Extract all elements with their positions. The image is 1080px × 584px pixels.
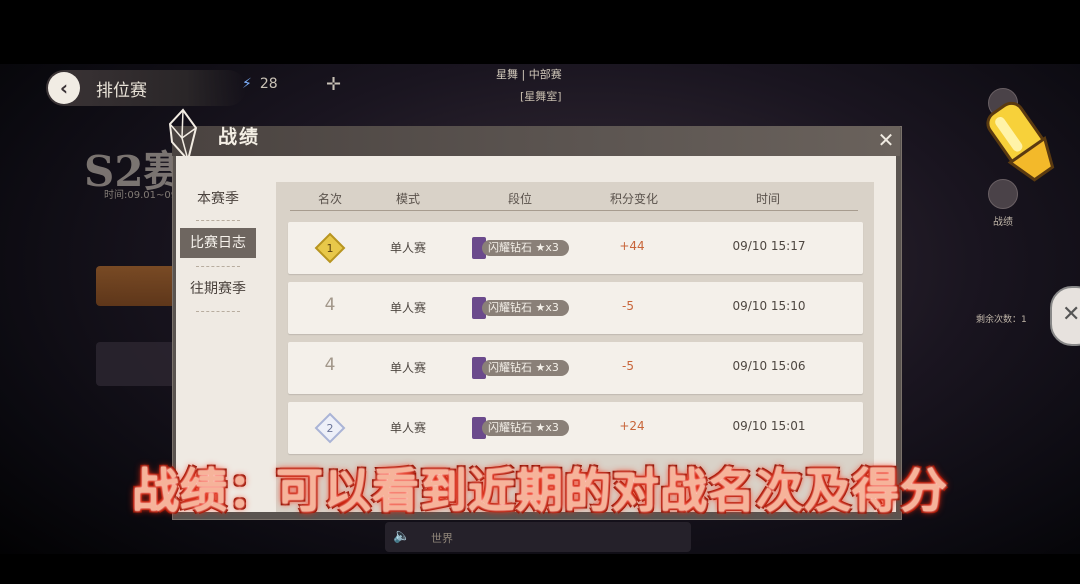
letterbox-bottom (0, 554, 1080, 584)
score-change-cell: +24 (619, 419, 645, 433)
star-icon: ★ (535, 421, 546, 434)
season-date: 时间:09.01~09 (104, 190, 178, 201)
tier-multiplier: x3 (545, 301, 559, 314)
divider (196, 266, 240, 267)
table-row[interactable]: 2 单人赛 闪耀钻石 ★x3 +24 09/10 15:01 (288, 402, 863, 454)
page-title: 排位赛 (96, 81, 147, 101)
time-cell: 09/10 15:10 (732, 299, 806, 313)
remaining-count: 剩余次数：1 (976, 315, 1027, 325)
table-row[interactable]: 1 单人赛 闪耀钻石 ★x3 +44 09/10 15:17 (288, 222, 863, 274)
column-mode: 模式 (395, 192, 421, 206)
column-tier: 段位 (507, 192, 533, 206)
star-icon: ★ (535, 241, 546, 254)
dialog-header (172, 126, 900, 156)
energy-counter[interactable]: ⚡ 28 (242, 76, 278, 92)
tier-pill: 闪耀钻石 ★x3 (482, 360, 569, 376)
rank-value: 4 (324, 295, 336, 315)
time-cell: 09/10 15:01 (732, 419, 806, 433)
tier-pill: 闪耀钻石 ★x3 (482, 420, 569, 436)
tab-match-log[interactable]: 比赛日志 (180, 228, 256, 258)
silver-rank-badge-icon: 2 (314, 412, 346, 444)
tier-multiplier: x3 (545, 421, 559, 434)
score-change-cell: -5 (622, 359, 634, 373)
star-icon: ★ (535, 301, 546, 314)
back-arrow-icon[interactable]: ‹ (48, 72, 80, 104)
score-change-cell: -5 (622, 299, 634, 313)
chat-bar[interactable]: 🔈 世界 (385, 522, 691, 552)
time-cell: 09/10 15:17 (732, 239, 806, 253)
tier-multiplier: x3 (545, 361, 559, 374)
tier-name: 闪耀钻石 (488, 361, 532, 374)
rank-value: 2 (327, 422, 334, 435)
speaker-icon: 🔈 (393, 528, 411, 544)
column-time: 时间 (755, 192, 781, 206)
close-icon: ✕ (1062, 302, 1080, 327)
tier-multiplier: x3 (545, 241, 559, 254)
chat-channel-label: 世界 (431, 532, 453, 545)
tier-name: 闪耀钻石 (488, 421, 532, 434)
close-icon[interactable]: ✕ (876, 130, 896, 150)
dialog-title: 战绩 (218, 126, 261, 148)
rank-value: 1 (327, 242, 334, 255)
location-label: 星舞 | 中部赛 (496, 68, 562, 81)
divider (196, 311, 240, 312)
side-close-button[interactable]: ✕ (1050, 286, 1080, 346)
tier-name: 闪耀钻石 (488, 241, 532, 254)
time-cell: 09/10 15:06 (732, 359, 806, 373)
header-divider (290, 210, 858, 211)
mode-cell: 单人赛 (389, 361, 427, 375)
tier-name: 闪耀钻石 (488, 301, 532, 314)
score-change-cell: +44 (619, 239, 645, 253)
tab-past-seasons[interactable]: 往期赛季 (180, 274, 256, 304)
column-rank: 名次 (317, 192, 343, 206)
table-row[interactable]: 4 单人赛 闪耀钻石 ★x3 -5 09/10 15:06 (288, 342, 863, 394)
location-sublabel: [星舞室] (520, 90, 562, 103)
tier-pill: 闪耀钻石 ★x3 (482, 240, 569, 256)
letterbox-top (0, 0, 1080, 64)
rank-value: 4 (324, 355, 336, 375)
tab-current-season[interactable]: 本赛季 (180, 184, 256, 214)
energy-value: 28 (259, 76, 278, 92)
pointing-hand-icon (986, 101, 1055, 182)
add-energy-icon[interactable]: ✛ (326, 74, 341, 95)
mode-cell: 单人赛 (389, 301, 427, 315)
divider (196, 220, 240, 221)
star-icon: ★ (535, 361, 546, 374)
video-caption: 战绩：可以看到近期的对战名次及得分 (132, 464, 948, 519)
table-row[interactable]: 4 单人赛 闪耀钻石 ★x3 -5 09/10 15:10 (288, 282, 863, 334)
column-score-change: 积分变化 (609, 192, 659, 206)
tier-pill: 闪耀钻石 ★x3 (482, 300, 569, 316)
table-header: 名次 模式 段位 积分变化 时间 (276, 184, 874, 212)
game-background: ‹ 排位赛 ⚡ 28 ✛ 星舞 | 中部赛 [星舞室] S2赛 时间:09.01~… (0, 0, 1080, 584)
gold-rank-badge-icon: 1 (314, 232, 346, 264)
mode-cell: 单人赛 (389, 241, 427, 255)
record-label: 战绩 (993, 217, 1013, 228)
mode-cell: 单人赛 (389, 421, 427, 435)
lightning-icon: ⚡ (242, 76, 252, 92)
